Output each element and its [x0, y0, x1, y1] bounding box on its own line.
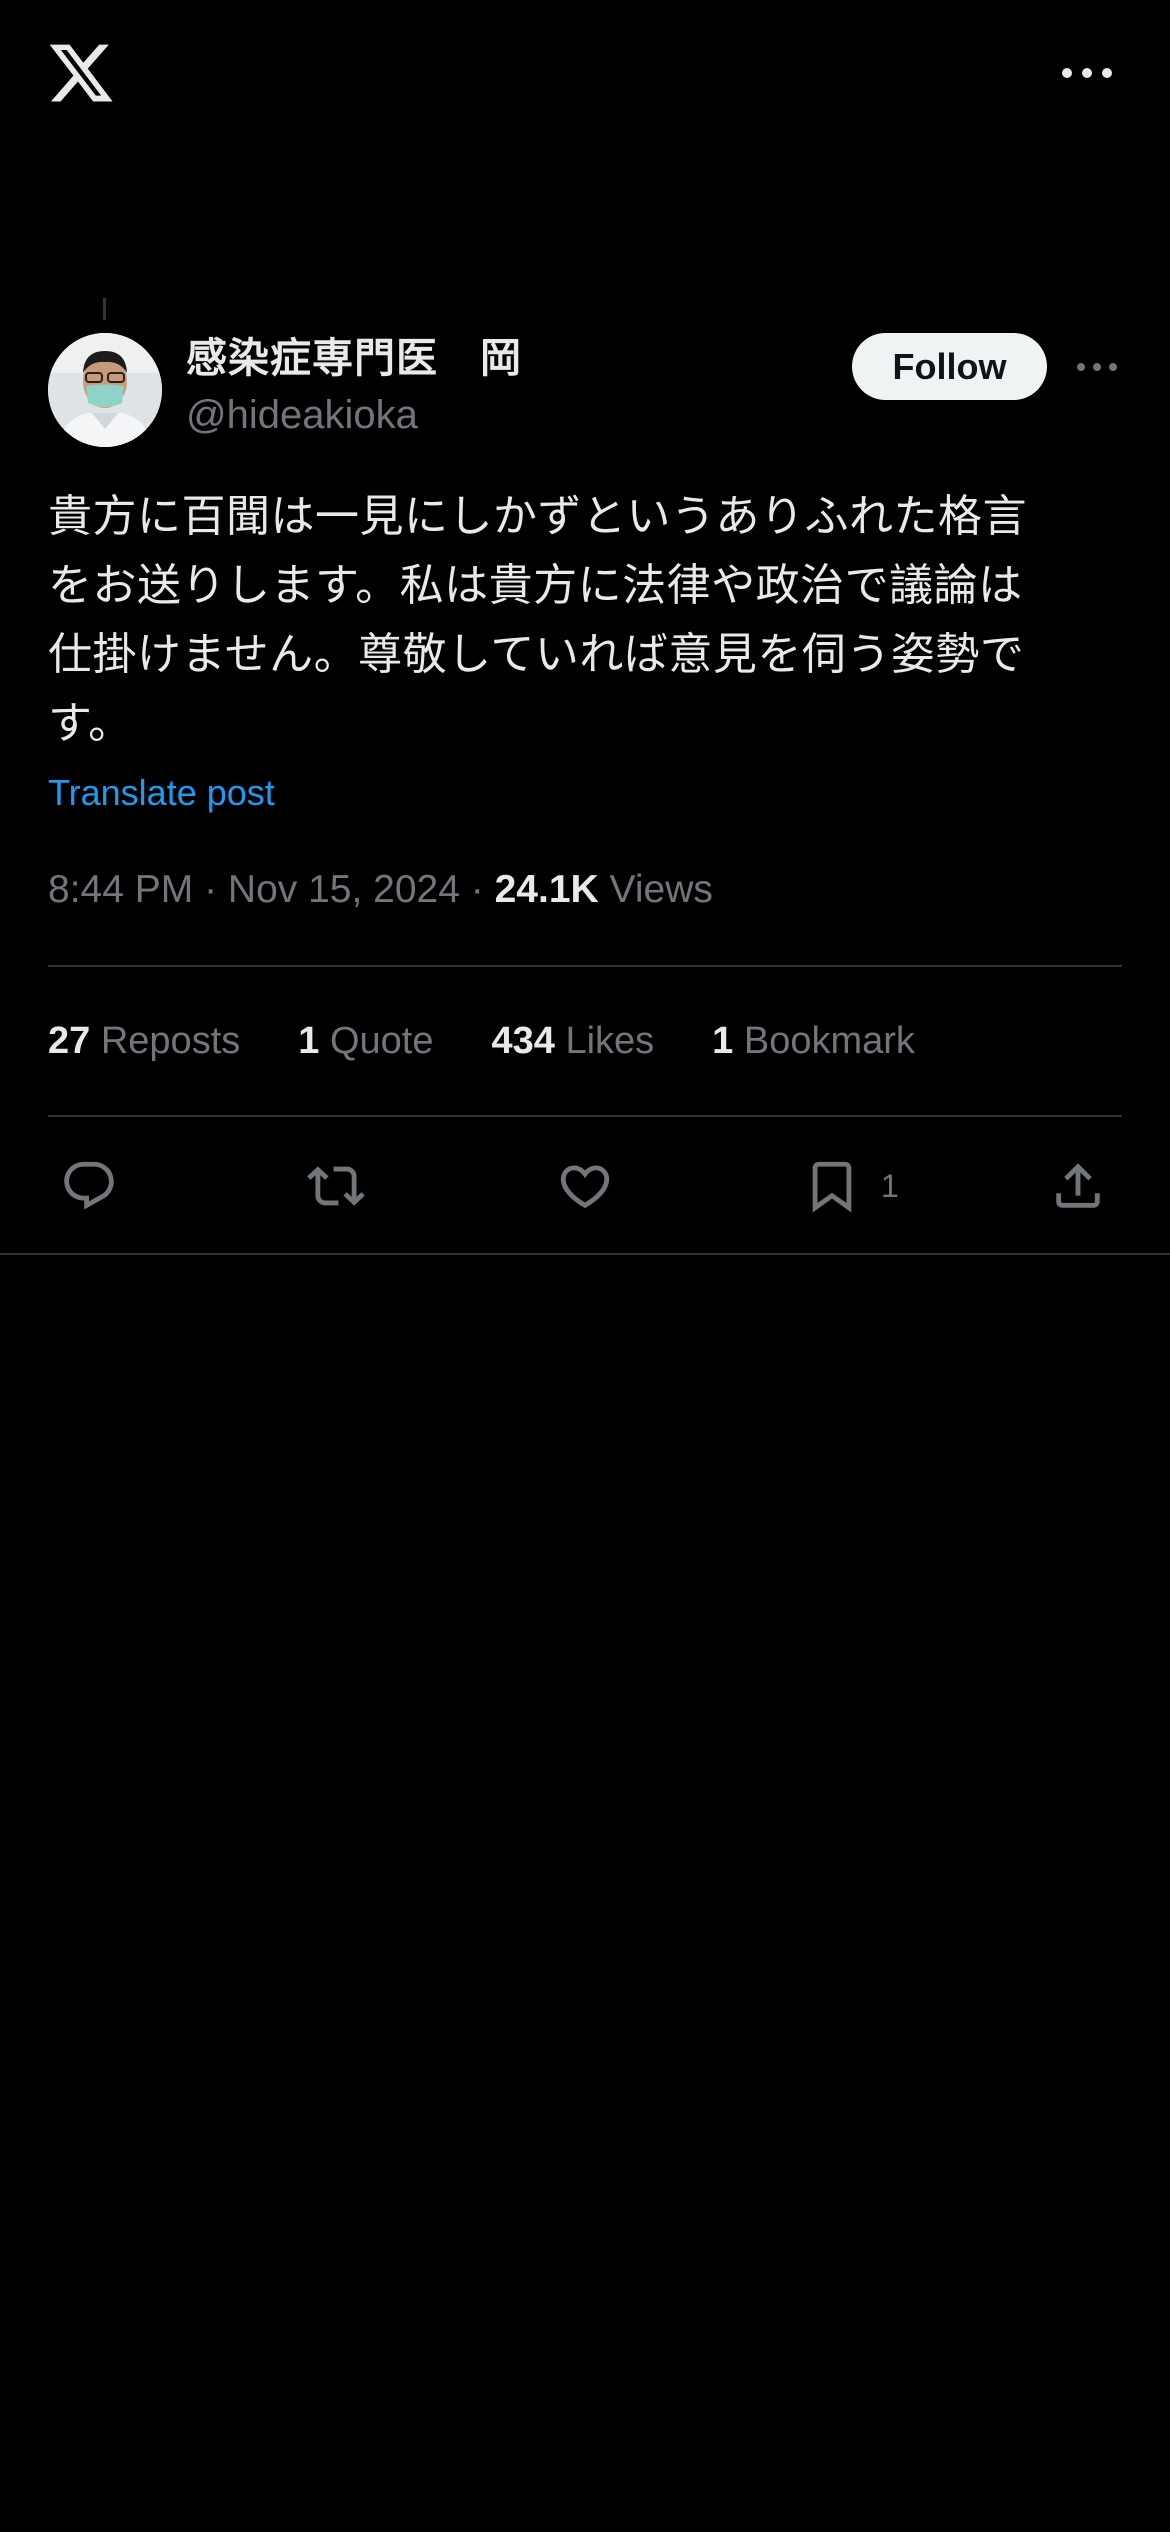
dot — [1109, 363, 1117, 371]
reposts-stat[interactable]: 27 Reposts — [48, 1013, 240, 1069]
translate-post-link[interactable]: Translate post — [48, 768, 275, 818]
post-text: 貴方に百聞は一見にしかずというありふれた格言 をお送りします。私は貴方に法律や政… — [48, 482, 1128, 758]
bookmark-button[interactable]: 1 — [803, 1156, 899, 1216]
share-icon — [1056, 1163, 1100, 1208]
meta-separator: · — [459, 868, 495, 911]
engagement-stats: 27 Reposts 1 Quote 434 Likes 1 Bookmark — [48, 1013, 973, 1069]
dot — [1082, 68, 1092, 78]
quotes-stat[interactable]: 1 Quote — [298, 1013, 433, 1069]
views-label: Views — [609, 868, 713, 911]
post-text-line: 貴方に百聞は一見にしかずというありふれた格言 — [48, 491, 1027, 542]
bookmarks-stat[interactable]: 1 Bookmark — [712, 1013, 915, 1069]
bookmarks-label: Bookmark — [743, 1020, 915, 1062]
quotes-count: 1 — [298, 1020, 320, 1062]
repost-icon — [307, 1166, 365, 1206]
tweet-detail-page: 感染症専門医 岡 @hideakioka Follow 貴方に百聞は一見にしかず… — [0, 0, 1170, 2532]
username-handle[interactable]: @hideakioka — [186, 388, 522, 442]
thread-connector-line — [103, 298, 106, 320]
action-bar: 1 — [0, 1150, 1170, 1222]
divider — [0, 1253, 1170, 1255]
likes-count: 434 — [491, 1020, 555, 1062]
top-bar — [0, 0, 1170, 150]
avatar[interactable] — [48, 333, 162, 447]
bookmark-icon — [812, 1161, 852, 1213]
views-count: 24.1K — [494, 868, 599, 911]
likes-stat[interactable]: 434 Likes — [491, 1013, 654, 1069]
share-button[interactable] — [1049, 1156, 1107, 1216]
author-info: 感染症専門医 岡 @hideakioka — [186, 330, 522, 442]
display-name[interactable]: 感染症専門医 岡 — [186, 330, 522, 386]
more-horizontal-icon[interactable] — [1062, 60, 1112, 86]
follow-button[interactable]: Follow — [852, 333, 1047, 400]
like-button[interactable] — [556, 1156, 614, 1216]
reposts-label: Reposts — [100, 1020, 241, 1062]
like-icon — [560, 1165, 610, 1209]
dot — [1062, 68, 1072, 78]
divider — [48, 965, 1122, 967]
post-date[interactable]: Nov 15, 2024 — [228, 868, 460, 911]
dot — [1077, 363, 1085, 371]
reposts-count: 27 — [48, 1020, 91, 1062]
quotes-label: Quote — [329, 1020, 434, 1062]
avatar-photo — [48, 333, 162, 447]
reply-icon — [64, 1161, 114, 1210]
post-text-line: をお送りします。私は貴方に法律や政治で議論は — [48, 560, 1023, 611]
dot — [1093, 363, 1101, 371]
post-text-line: す。 — [48, 698, 133, 749]
divider — [48, 1115, 1122, 1117]
meta-separator: · — [193, 868, 228, 911]
post-time[interactable]: 8:44 PM — [48, 868, 193, 911]
post-more-icon[interactable] — [1077, 355, 1117, 379]
repost-button[interactable] — [307, 1156, 365, 1216]
bookmarks-count: 1 — [712, 1020, 734, 1062]
dot — [1102, 68, 1112, 78]
reply-button[interactable] — [60, 1156, 118, 1216]
bookmark-count: 1 — [881, 1167, 899, 1204]
post-text-line: 仕掛けません。尊敬していれば意見を伺う姿勢で — [48, 629, 1025, 680]
post-meta: 8:44 PM · Nov 15, 2024 · 24.1K Views — [48, 863, 713, 917]
likes-label: Likes — [565, 1020, 655, 1062]
x-logo-icon[interactable] — [46, 38, 116, 108]
